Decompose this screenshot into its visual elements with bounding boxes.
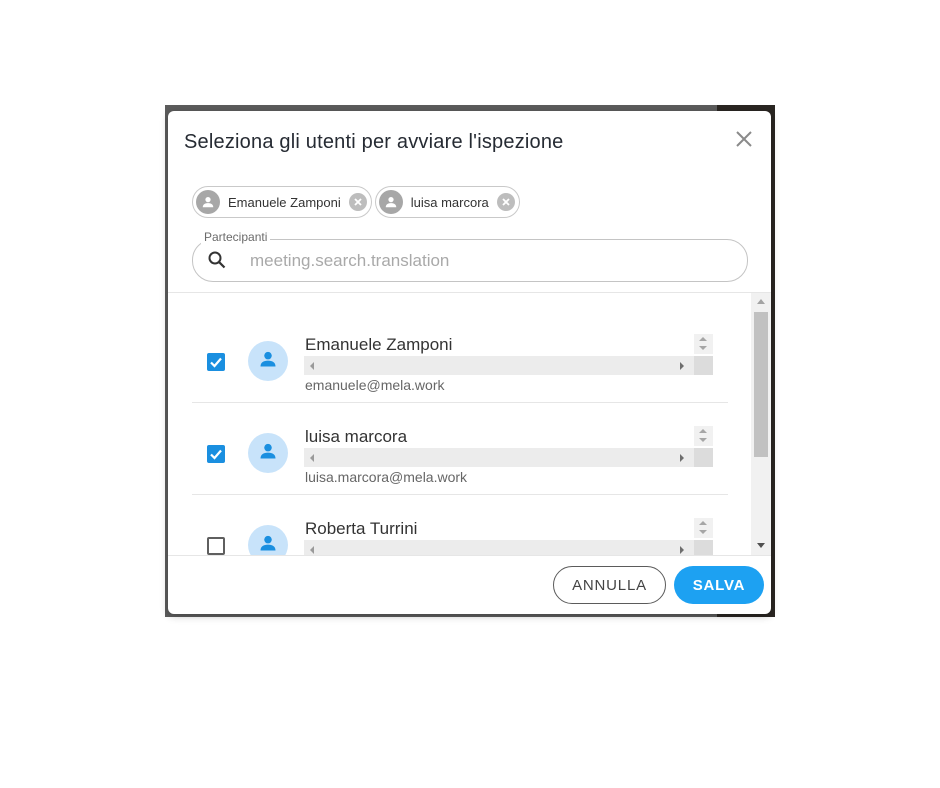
scroll-spinner[interactable]	[694, 334, 713, 354]
avatar	[248, 341, 288, 381]
list-item[interactable]: Emanuele Zamponi emanuele@mela.work	[192, 310, 728, 403]
scroll-spinner[interactable]	[694, 518, 713, 538]
remove-chip-icon[interactable]	[496, 193, 515, 211]
scroll-up-icon[interactable]	[757, 299, 765, 304]
checkbox[interactable]	[207, 537, 225, 555]
avatar	[248, 433, 288, 473]
list-scrollbar[interactable]	[751, 293, 771, 556]
avatar	[248, 525, 288, 556]
chip-label: luisa marcora	[410, 194, 489, 210]
checkbox[interactable]	[207, 353, 225, 371]
select-users-dialog: Seleziona gli utenti per avviare l'ispez…	[168, 111, 771, 614]
horizontal-scrollbar[interactable]	[304, 540, 713, 556]
chip-user[interactable]: Emanuele Zamponi	[192, 186, 372, 218]
save-button[interactable]: SALVA	[674, 566, 764, 604]
dialog-title: Seleziona gli utenti per avviare l'ispez…	[184, 131, 564, 153]
person-icon	[258, 533, 278, 557]
horizontal-scrollbar[interactable]	[304, 356, 713, 375]
dialog-footer: ANNULLA SALVA	[168, 555, 771, 614]
person-icon	[378, 190, 403, 214]
scroll-down-icon[interactable]	[757, 543, 765, 548]
remove-chip-icon[interactable]	[348, 193, 367, 211]
horizontal-scrollbar[interactable]	[304, 448, 713, 467]
search-icon	[207, 250, 227, 275]
chip-user[interactable]: luisa marcora	[374, 186, 520, 218]
person-icon	[258, 349, 278, 374]
search-input[interactable]	[248, 248, 732, 274]
checkbox[interactable]	[207, 445, 225, 463]
scrollbar-thumb[interactable]	[754, 312, 768, 457]
participants-search-field: Partecipanti	[192, 230, 748, 282]
field-label: Partecipanti	[201, 230, 271, 244]
chip-label: Emanuele Zamponi	[228, 194, 341, 210]
selected-users-chips: Emanuele Zamponi luisa marcora	[192, 186, 520, 218]
list-item[interactable]: luisa marcora luisa.marcora@mela.work	[192, 402, 728, 495]
users-list: Emanuele Zamponi emanuele@mela.work luis…	[168, 292, 771, 556]
list-item[interactable]: Roberta Turrini	[192, 494, 728, 556]
person-icon	[258, 441, 278, 466]
person-icon	[196, 190, 220, 214]
user-name: Roberta Turrini	[305, 519, 418, 538]
cancel-button[interactable]: ANNULLA	[553, 566, 666, 604]
user-email: emanuele@mela.work	[305, 377, 445, 393]
user-name: luisa marcora	[305, 427, 408, 446]
user-name: Emanuele Zamponi	[305, 335, 453, 354]
scroll-spinner[interactable]	[694, 426, 713, 446]
close-icon[interactable]	[733, 128, 755, 150]
user-email: luisa.marcora@mela.work	[305, 469, 468, 485]
